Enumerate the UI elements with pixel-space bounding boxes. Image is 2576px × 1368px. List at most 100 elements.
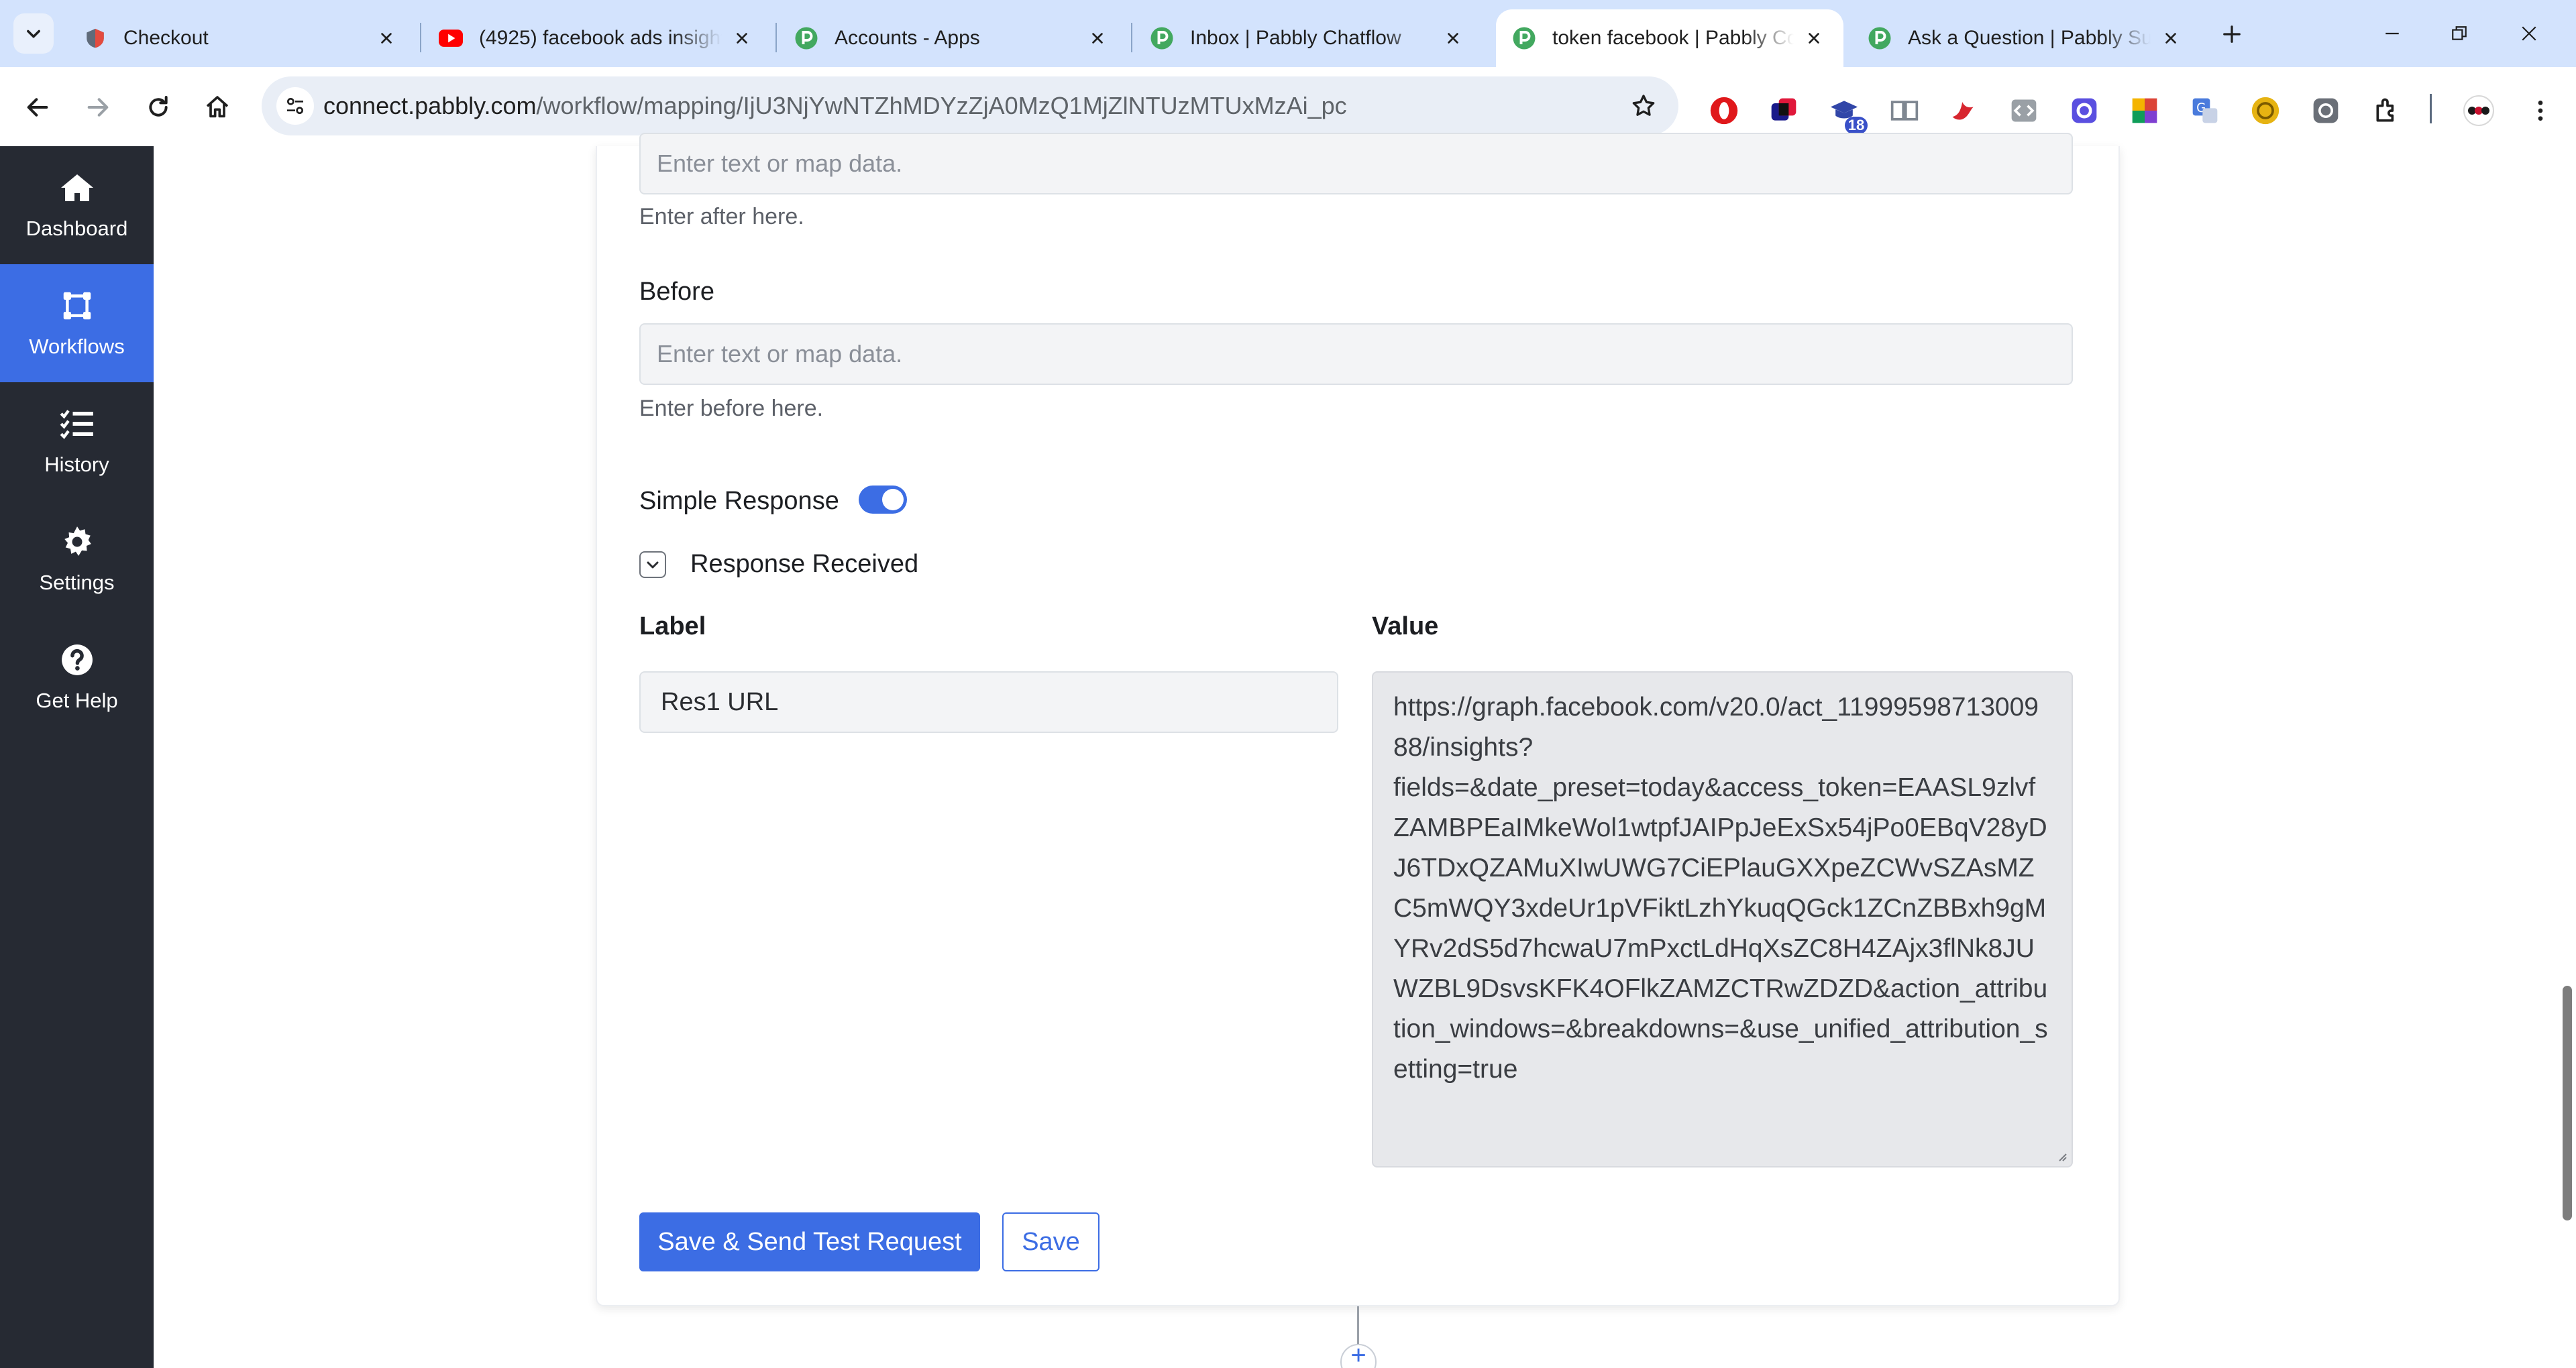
- bird-extension-icon[interactable]: [1945, 93, 1982, 129]
- youtube-favicon-icon: [439, 26, 463, 50]
- close-tab-icon[interactable]: [1801, 25, 1827, 52]
- tab-separator: [775, 23, 777, 52]
- address-bar[interactable]: connect.pabbly.com/workflow/mapping/IjU3…: [262, 76, 1678, 135]
- graduation-extension-icon[interactable]: 18: [1826, 93, 1868, 134]
- translate-extension-icon[interactable]: G: [2187, 93, 2223, 129]
- minimize-window-button[interactable]: [2372, 16, 2412, 51]
- after-input[interactable]: Enter text or map data.: [639, 133, 2073, 194]
- colorful-extension-icon[interactable]: [1766, 93, 1802, 129]
- restore-icon: [2452, 26, 2467, 40]
- app-sidebar: Dashboard Workflows History Settings Get…: [0, 146, 154, 1368]
- plus-icon: [2223, 25, 2241, 43]
- tune-icon: [287, 98, 303, 114]
- tab-ask-question[interactable]: Ask a Question | Pabbly Support: [1851, 9, 2200, 67]
- site-info-button[interactable]: [276, 87, 314, 125]
- home-icon: [206, 96, 229, 118]
- response-label-input[interactable]: Res1 URL: [639, 671, 1338, 733]
- close-tab-icon[interactable]: [373, 25, 400, 52]
- home-icon: [59, 170, 95, 206]
- toolbar-divider: [2430, 94, 2432, 123]
- tab-youtube[interactable]: (4925) facebook ads insights: [423, 9, 771, 67]
- back-button[interactable]: [17, 87, 58, 127]
- sidebar-item-settings[interactable]: Settings: [0, 500, 154, 618]
- tab-title: Ask a Question | Pabbly Support: [1908, 27, 2151, 49]
- reload-button[interactable]: [138, 87, 178, 127]
- page-scrollbar[interactable]: [2563, 986, 2572, 1220]
- sidebar-item-label: History: [44, 453, 109, 476]
- resize-handle-icon[interactable]: [2054, 1149, 2068, 1162]
- shield-favicon-icon: [83, 26, 107, 50]
- tab-title: Checkout: [123, 27, 209, 49]
- response-value-textarea[interactable]: https://graph.facebook.com/v20.0/act_119…: [1372, 671, 2073, 1167]
- save-and-send-test-request-button[interactable]: Save & Send Test Request: [639, 1212, 980, 1271]
- close-tab-icon[interactable]: [1084, 25, 1111, 52]
- sidebar-item-workflows[interactable]: Workflows: [0, 264, 154, 382]
- tab-inbox-chatflow[interactable]: Inbox | Pabbly Chatflow: [1134, 9, 1483, 67]
- openai-extension-icon[interactable]: [2308, 93, 2344, 129]
- home-button[interactable]: [197, 87, 237, 127]
- tab-title: Accounts - Apps: [835, 27, 980, 49]
- url-domain: connect.pabbly.com: [323, 92, 537, 119]
- close-window-button[interactable]: [2509, 16, 2549, 51]
- after-hint: Enter after here.: [639, 204, 804, 229]
- save-button[interactable]: Save: [1002, 1212, 1099, 1271]
- sidebar-item-label: Settings: [39, 571, 115, 594]
- tab-token-facebook[interactable]: token facebook | Pabbly Connect: [1496, 9, 1843, 67]
- browser-menu-icon[interactable]: [2522, 93, 2559, 129]
- close-tab-icon[interactable]: [2157, 25, 2184, 52]
- url-text[interactable]: connect.pabbly.com/workflow/mapping/IjU3…: [323, 76, 1347, 135]
- close-icon: [2522, 26, 2536, 41]
- puzzle-extensions-icon[interactable]: [2369, 93, 2406, 129]
- opera-extension-icon[interactable]: [1706, 93, 1742, 129]
- bookmark-button[interactable]: [1626, 89, 1661, 123]
- tab-title: token facebook | Pabbly Connect: [1552, 27, 1794, 49]
- sidebar-item-label: Dashboard: [25, 217, 128, 240]
- star-icon: [1632, 95, 1655, 116]
- tab-checkout[interactable]: Checkout: [67, 9, 416, 67]
- tab-separator: [420, 23, 421, 52]
- sidebar-item-history[interactable]: History: [0, 382, 154, 500]
- chevron-down-icon: [27, 30, 40, 38]
- simple-response-label: Simple Response: [639, 487, 839, 515]
- arrow-right-icon: [87, 98, 109, 117]
- browser-tab-strip: Checkout (4925) facebook ads insights Ac…: [0, 0, 2576, 67]
- simple-response-toggle[interactable]: [859, 486, 907, 514]
- new-tab-button[interactable]: [2215, 17, 2249, 51]
- pabbly-favicon-icon: [1512, 26, 1536, 50]
- url-path: /workflow/mapping/IjU3NjYwNTZhMDYzZjA0Mz…: [536, 92, 1347, 119]
- gear-icon: [59, 524, 95, 560]
- question-circle-icon: [59, 642, 95, 678]
- label-column-header: Label: [639, 612, 706, 640]
- plus-icon: +: [1350, 1341, 1366, 1368]
- forward-button[interactable]: [78, 87, 118, 127]
- response-received-collapse-button[interactable]: [639, 551, 666, 578]
- minimize-icon: [2385, 32, 2399, 35]
- chevron-down-icon: [647, 561, 659, 569]
- tab-accounts-apps[interactable]: Accounts - Apps: [778, 9, 1127, 67]
- tab-search-button[interactable]: [13, 13, 54, 54]
- before-hint: Enter before here.: [639, 396, 824, 421]
- close-tab-icon[interactable]: [1440, 25, 1466, 52]
- sidebar-item-label: Get Help: [36, 689, 118, 712]
- restore-window-button[interactable]: [2439, 16, 2479, 51]
- sidebar-item-dashboard[interactable]: Dashboard: [0, 146, 154, 264]
- close-tab-icon[interactable]: [729, 25, 755, 52]
- gear-extension-icon[interactable]: [2066, 93, 2102, 129]
- profile-avatar-icon[interactable]: [2461, 93, 2497, 129]
- extension-badge: 18: [1845, 117, 1868, 134]
- value-column-header: Value: [1372, 612, 1439, 640]
- list-check-icon: [59, 406, 95, 442]
- before-label: Before: [639, 278, 714, 306]
- toggle-knob: [882, 489, 904, 510]
- code-extension-icon[interactable]: [2006, 93, 2042, 129]
- sidebar-item-get-help[interactable]: Get Help: [0, 618, 154, 736]
- before-input[interactable]: Enter text or map data.: [639, 323, 2073, 385]
- reload-icon: [149, 96, 168, 117]
- tab-title: Inbox | Pabbly Chatflow: [1190, 27, 1401, 49]
- palette-extension-icon[interactable]: [2127, 93, 2163, 129]
- reader-extension-icon[interactable]: [1886, 93, 1923, 129]
- coin-extension-icon[interactable]: [2247, 93, 2284, 129]
- pabbly-favicon-icon: [1868, 26, 1892, 50]
- tab-separator: [1131, 23, 1132, 52]
- pabbly-favicon-icon: [794, 26, 818, 50]
